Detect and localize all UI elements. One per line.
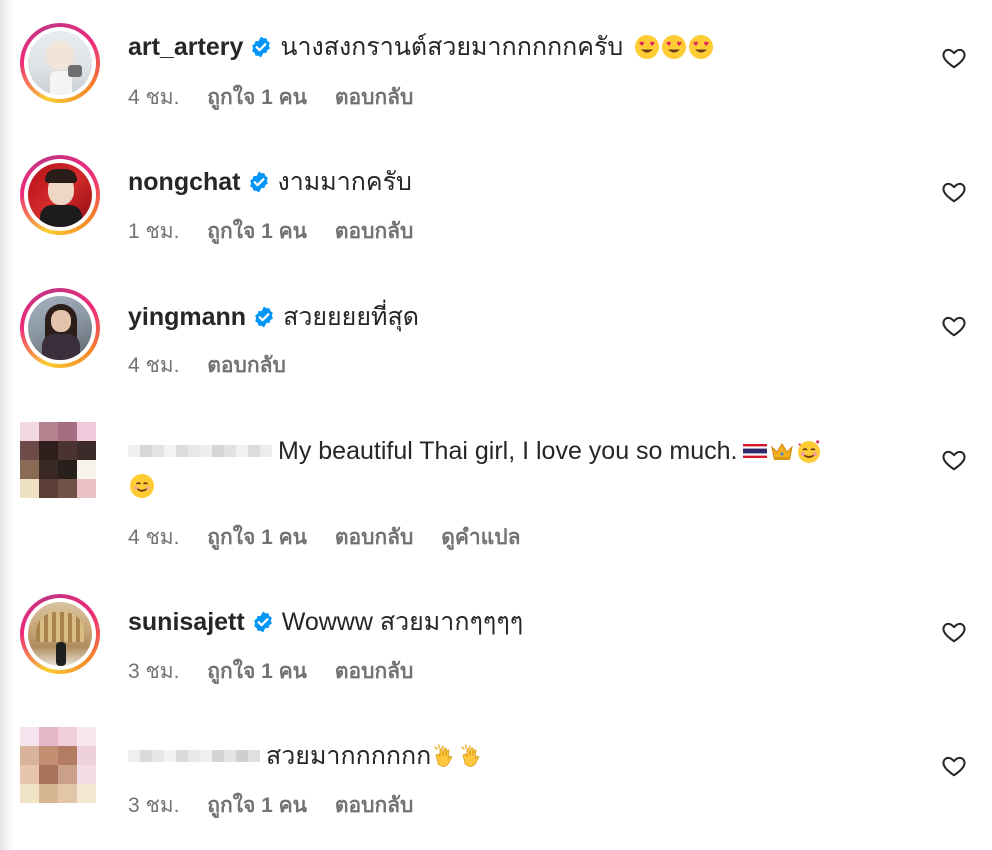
avatar (28, 296, 92, 360)
comment-timestamp[interactable]: 3 ชม. (128, 794, 179, 817)
comment-username[interactable]: yingmann (128, 302, 246, 332)
blurred-username[interactable] (128, 436, 272, 466)
like-heart-icon[interactable] (941, 179, 967, 205)
comment-likes-count[interactable]: ถูกใจ 1 คน (207, 794, 307, 817)
comment-text: สวยยยยที่สุด (283, 303, 419, 331)
comment-text: Wowww สวยมากๆๆๆๆ (281, 608, 524, 636)
comment-likes-count[interactable]: ถูกใจ 1 คน (207, 526, 307, 549)
comment-timestamp[interactable]: 4 ชม. (128, 354, 179, 377)
clapping-hands-emoji-icon (459, 743, 485, 769)
like-heart-icon[interactable] (941, 313, 967, 339)
smiling-hearts-emoji-icon (796, 438, 822, 464)
left-edge-shadow (0, 0, 14, 850)
avatar-story-ring[interactable] (20, 594, 100, 674)
heart-eyes-emoji-icon (688, 34, 714, 60)
avatar (28, 163, 92, 227)
clapping-hands-emoji-icon (432, 743, 458, 769)
like-heart-icon[interactable] (941, 447, 967, 473)
blurred-username[interactable] (128, 741, 260, 771)
comment-timestamp[interactable]: 4 ชม. (128, 86, 179, 109)
comment-text: สวยมากกกกกก (266, 742, 432, 770)
reply-button[interactable]: ตอบกลับ (335, 660, 414, 683)
thai-flag-emoji-icon (742, 438, 768, 464)
like-heart-icon[interactable] (941, 45, 967, 71)
verified-badge-icon (247, 170, 271, 194)
avatar-story-ring[interactable] (20, 155, 100, 235)
comment-username[interactable]: sunisajett (128, 607, 245, 637)
verified-badge-icon (251, 610, 275, 634)
like-heart-icon[interactable] (941, 753, 967, 779)
heart-eyes-emoji-icon (634, 34, 660, 60)
smiling-face-emoji-icon (129, 473, 155, 499)
reply-button[interactable]: ตอบกลับ (207, 354, 286, 377)
avatar-story-ring[interactable] (20, 23, 100, 103)
heart-eyes-emoji-icon (661, 34, 687, 60)
comment-likes-count[interactable]: ถูกใจ 1 คน (207, 660, 307, 683)
comment-text: My beautiful Thai girl, I love you so mu… (278, 437, 738, 465)
see-translation-button[interactable]: ดูคำแปล (441, 526, 520, 549)
comment-timestamp[interactable]: 4 ชม. (128, 526, 179, 549)
avatar (28, 31, 92, 95)
verified-badge-icon (249, 35, 273, 59)
comment-text: นางสงกรานต์สวยมากกกกกครับ (280, 33, 624, 61)
comment-text: งามมากครับ (277, 168, 412, 196)
reply-button[interactable]: ตอบกลับ (335, 794, 414, 817)
comment-timestamp[interactable]: 1 ชม. (128, 220, 179, 243)
comment-likes-count[interactable]: ถูกใจ 1 คน (207, 86, 307, 109)
reply-button[interactable]: ตอบกลับ (335, 526, 414, 549)
comment-likes-count[interactable]: ถูกใจ 1 คน (207, 220, 307, 243)
crown-emoji-icon (769, 438, 795, 464)
like-heart-icon[interactable] (941, 619, 967, 645)
verified-badge-icon (252, 305, 276, 329)
avatar-pixelated[interactable] (20, 422, 96, 498)
avatar-pixelated[interactable] (20, 727, 96, 803)
comment-username[interactable]: nongchat (128, 167, 241, 197)
comment-username[interactable]: art_artery (128, 32, 243, 62)
reply-button[interactable]: ตอบกลับ (335, 220, 414, 243)
avatar (28, 602, 92, 666)
comment-timestamp[interactable]: 3 ชม. (128, 660, 179, 683)
reply-button[interactable]: ตอบกลับ (335, 86, 414, 109)
avatar-story-ring[interactable] (20, 288, 100, 368)
